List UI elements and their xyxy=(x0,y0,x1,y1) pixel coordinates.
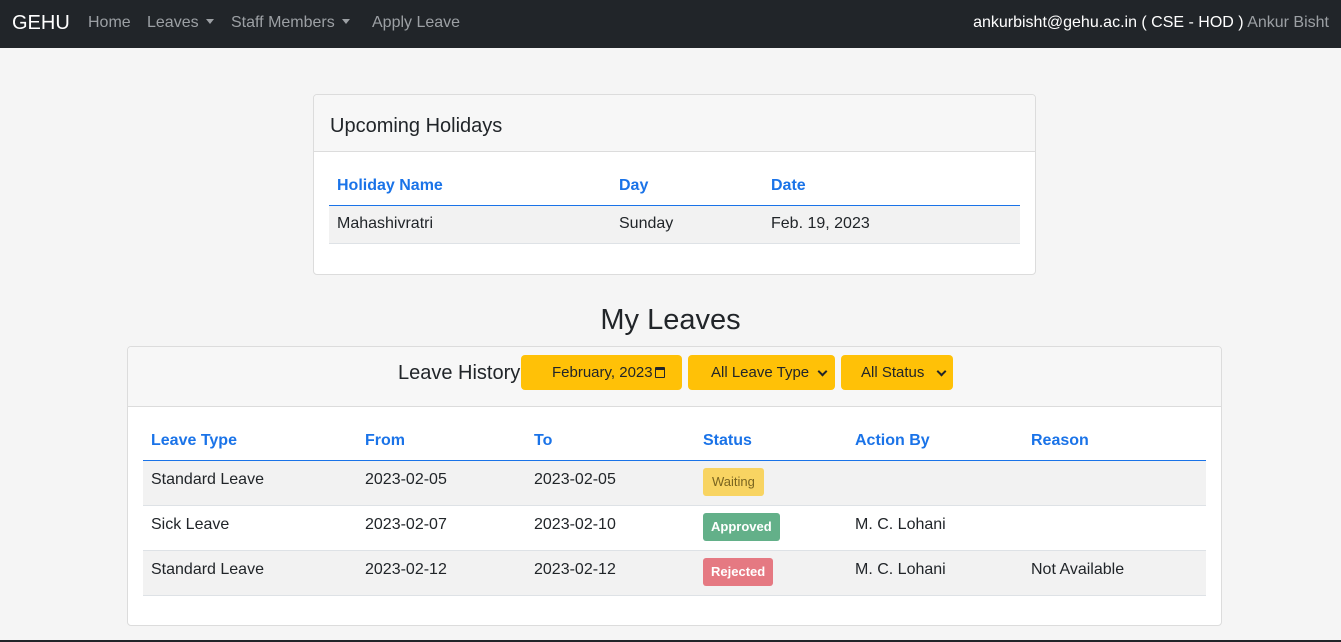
holidays-table: Holiday Name Day Date Mahashivratri Sund… xyxy=(329,167,1020,244)
chevron-down-icon xyxy=(817,366,828,377)
leave-history-label: Leave History xyxy=(398,362,521,384)
holidays-card-header: Upcoming Holidays xyxy=(314,95,1035,152)
holiday-name: Mahashivratri xyxy=(329,205,611,244)
user-email-role: ankurbisht@gehu.ac.in ( CSE - HOD ) xyxy=(973,14,1244,31)
holidays-header-row: Holiday Name Day Date xyxy=(329,167,1020,205)
nav-leaves-label: Leaves xyxy=(147,14,199,31)
table-row: Mahashivratri Sunday Feb. 19, 2023 xyxy=(329,205,1020,244)
leave-status-cell: Waiting xyxy=(695,460,847,506)
top-navbar: GEHU Home Leaves Staff Members Apply Lea… xyxy=(0,0,1341,48)
nav-home[interactable]: Home xyxy=(88,13,131,33)
chevron-down-icon xyxy=(936,366,947,377)
leave-action-by: M. C. Lohani xyxy=(847,505,1023,551)
nav-apply-leave[interactable]: Apply Leave xyxy=(372,13,460,33)
brand-logo[interactable]: GEHU xyxy=(12,11,70,35)
nav-staff-members-label: Staff Members xyxy=(231,14,335,31)
caret-down-icon xyxy=(205,19,214,25)
leave-from: 2023-02-07 xyxy=(357,505,526,551)
upcoming-holidays-card: Upcoming Holidays Holiday Name Day Date … xyxy=(313,94,1036,275)
leaves-header-row: Leave Type From To Status Action By Reas… xyxy=(143,423,1206,460)
leave-reason xyxy=(1023,460,1206,506)
col-from: From xyxy=(365,432,405,450)
user-name: Ankur Bisht xyxy=(1247,14,1329,31)
leave-type: Sick Leave xyxy=(143,505,357,551)
month-value: February, 2023 xyxy=(552,364,653,381)
leave-action-by: M. C. Lohani xyxy=(847,550,1023,596)
calendar-icon[interactable] xyxy=(654,367,665,378)
col-leave-type: Leave Type xyxy=(151,432,237,450)
table-row: Standard Leave 2023-02-12 2023-02-12 Rej… xyxy=(143,550,1206,596)
status-value: All Status xyxy=(861,364,925,381)
leave-status-cell: Approved xyxy=(695,505,847,551)
table-row: Standard Leave 2023-02-05 2023-02-05 Wai… xyxy=(143,460,1206,506)
holidays-title: Upcoming Holidays xyxy=(330,115,503,137)
col-day: Day xyxy=(619,176,649,194)
leave-action-by xyxy=(847,460,1023,506)
leave-to: 2023-02-10 xyxy=(526,505,695,551)
leave-from: 2023-02-12 xyxy=(357,550,526,596)
holiday-date: Feb. 19, 2023 xyxy=(763,205,1020,244)
leaves-table: Leave Type From To Status Action By Reas… xyxy=(143,423,1206,596)
leave-type: Standard Leave xyxy=(143,550,357,596)
col-reason: Reason xyxy=(1031,432,1089,450)
leave-history-header: Leave History February, 2023 All Leave T… xyxy=(128,347,1221,407)
holiday-day: Sunday xyxy=(611,205,763,244)
col-holiday-name: Holiday Name xyxy=(337,176,443,194)
leave-from: 2023-02-05 xyxy=(357,460,526,506)
my-leaves-title: My Leaves xyxy=(600,304,741,336)
leave-history-card: Leave History February, 2023 All Leave T… xyxy=(127,346,1222,626)
leave-reason xyxy=(1023,505,1206,551)
leave-to: 2023-02-12 xyxy=(526,550,695,596)
col-date: Date xyxy=(771,176,806,194)
nav-staff-members-dropdown[interactable]: Staff Members xyxy=(231,13,350,33)
col-action-by: Action By xyxy=(855,432,930,450)
user-info[interactable]: ankurbisht@gehu.ac.in ( CSE - HOD ) Anku… xyxy=(973,13,1329,33)
nav-leaves-dropdown[interactable]: Leaves xyxy=(147,13,214,33)
leave-status-cell: Rejected xyxy=(695,550,847,596)
table-row: Sick Leave 2023-02-07 2023-02-10 Approve… xyxy=(143,505,1206,551)
leave-type-select[interactable]: All Leave Type xyxy=(688,355,835,390)
col-to: To xyxy=(534,432,553,450)
status-select[interactable]: All Status xyxy=(841,355,953,390)
status-badge-rejected: Rejected xyxy=(703,557,774,586)
leave-to: 2023-02-05 xyxy=(526,460,695,506)
caret-down-icon xyxy=(341,19,350,25)
leave-type: Standard Leave xyxy=(143,460,357,506)
leave-type-value: All Leave Type xyxy=(711,364,810,381)
col-status: Status xyxy=(703,432,752,450)
status-badge-approved: Approved xyxy=(703,512,780,541)
month-picker[interactable]: February, 2023 xyxy=(521,355,682,390)
leave-reason: Not Available xyxy=(1023,550,1206,596)
status-badge-waiting: Waiting xyxy=(703,467,764,496)
